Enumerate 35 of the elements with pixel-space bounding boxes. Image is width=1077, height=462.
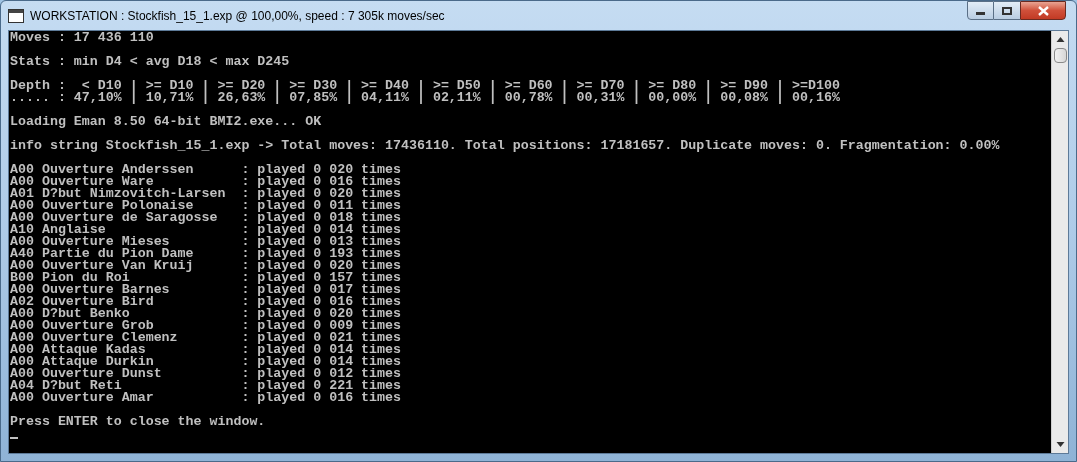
minimize-button[interactable] (967, 1, 994, 20)
close-button[interactable] (1020, 1, 1066, 20)
console-line: A00 D?but Benko : played 0 020 times (10, 308, 401, 320)
console-line: A04 D?but Reti : played 0 221 times (10, 380, 401, 392)
console-window-icon (8, 8, 24, 23)
console-line: A40 Partie du Pion Dame : played 0 193 times (10, 248, 401, 260)
console-line: A00 Ouverture de Saragosse : played 0 018 times (10, 212, 401, 224)
console-line: A00 Ouverture Clemenz : played 0 021 times (10, 332, 401, 344)
console-line: A00 Ouverture Mieses : played 0 013 times (10, 236, 401, 248)
console-line: ..... : 47,10% | 10,71% | 26,63% | 07,85% | 04,11% | 02,11% | 00,78% | 00,31% | 00,00% | 00,08% | 00,16% (10, 92, 840, 104)
console-line: A01 D?but Nimzovitch-Larsen : played 0 020 times (10, 188, 401, 200)
scrollbar[interactable] (1051, 31, 1068, 453)
console-line: Stats : min D4 < avg D18 < max D245 (10, 56, 290, 68)
console-line: A00 Ouverture Anderssen : played 0 020 times (10, 164, 401, 176)
console-line: Depth : < D10 | >= D10 | >= D20 | >= D30 | >= D40 | >= D50 | >= D60 | >= D70 | >= D80 | >= D90 | >=D100 (10, 80, 840, 92)
console-line: A00 Ouverture Barnes : played 0 017 times (10, 284, 401, 296)
console-line: Loading Eman 8.50 64-bit BMI2.exe... OK (10, 116, 322, 128)
console-line: B00 Pion du Roi : played 0 157 times (10, 272, 401, 284)
console-line: Moves : 17 436 110 (10, 32, 154, 44)
scroll-thumb[interactable] (1053, 48, 1067, 63)
console-line: A00 Attaque Kadas : played 0 014 times (10, 344, 401, 356)
console-line: A00 Ouverture Dunst : played 0 012 times (10, 368, 401, 380)
close-icon (1037, 5, 1049, 16)
console-line: A00 Ouverture Van Kruij : played 0 020 times (10, 260, 401, 272)
console-line: A00 Attaque Durkin : played 0 014 times (10, 356, 401, 368)
console-line: Press ENTER to close the window. (10, 416, 266, 428)
console-line: A00 Ouverture Amar : played 0 016 times (10, 392, 401, 404)
console-line: A00 Ouverture Grob : played 0 009 times (10, 320, 401, 332)
console-line: A00 Ouverture Polonaise : played 0 011 times (10, 200, 401, 212)
console-line: info string Stockfish_15_1.exp -> Total moves: 17436110. Total positions: 17181657. Duplicate moves: 0. Fragmentation: 0.00% (10, 140, 1000, 152)
window-title: WORKSTATION : Stockfish_15_1.exp @ 100,00%, speed : 7 305k moves/sec (30, 7, 445, 25)
console-line: A10 Anglaise : played 0 014 times (10, 224, 401, 236)
console-line: A02 Ouverture Bird : played 0 016 times (10, 296, 401, 308)
maximize-button[interactable] (994, 1, 1020, 20)
console-line: A00 Ouverture Ware : played 0 016 times (10, 176, 401, 188)
